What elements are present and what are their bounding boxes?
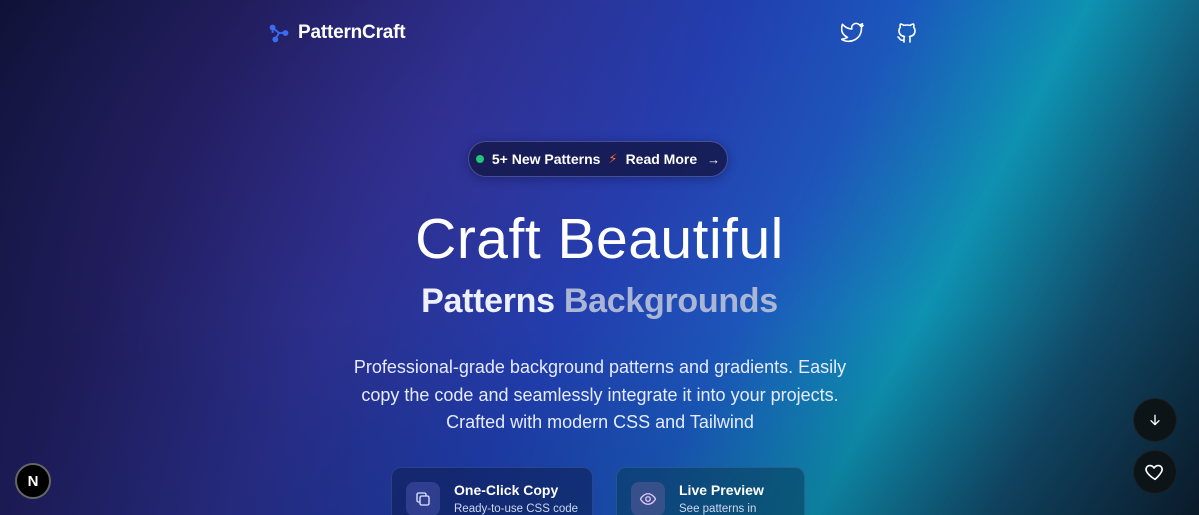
feature-title: Live Preview: [679, 482, 764, 498]
scroll-down-button[interactable]: [1133, 398, 1177, 442]
feature-subtitle: Ready-to-use CSS code: [454, 503, 579, 515]
bolt-icon: ⚡: [608, 151, 618, 166]
twitter-icon: [841, 22, 864, 43]
social-links: [841, 21, 919, 45]
feature-title: One-Click Copy: [454, 482, 559, 498]
eye-icon: [631, 482, 665, 515]
framework-badge[interactable]: N: [15, 463, 51, 499]
brand-link[interactable]: PatternCraft: [268, 22, 406, 44]
github-link[interactable]: [895, 21, 919, 45]
hero-subtitle: Patterns Backgrounds: [0, 282, 1199, 321]
feature-subtitle: See patterns in action: [679, 503, 757, 515]
brand-name: PatternCraft: [298, 22, 406, 43]
status-dot: [475, 155, 484, 163]
top-nav: PatternCraft: [268, 18, 919, 48]
github-icon: [897, 23, 916, 43]
heart-icon: [1145, 464, 1163, 481]
description-line-3: Crafted with modern CSS and Tailwind: [446, 412, 754, 432]
hero-description: Professional-grade background patterns a…: [300, 354, 900, 437]
hero-title: Craft Beautiful: [415, 207, 784, 271]
arrow-right-icon: →: [707, 151, 721, 167]
announcement-text: 5+ New Patterns: [491, 151, 601, 167]
description-line-2: copy the code and seamlessly integrate i…: [361, 384, 839, 405]
hero-subtitle-part2: Backgrounds: [563, 282, 778, 320]
favorite-button[interactable]: [1133, 450, 1177, 494]
twitter-link[interactable]: [841, 21, 865, 45]
arrow-down-icon: [1150, 414, 1160, 426]
description-line-1: Professional-grade background patterns a…: [353, 357, 847, 377]
feature-card-copy[interactable]: One-Click Copy Ready-to-use CSS code: [391, 467, 593, 515]
copy-icon: [406, 482, 440, 515]
read-more-link[interactable]: Read More: [626, 151, 698, 167]
share-nodes-icon: [268, 22, 290, 44]
announcement-pill[interactable]: 5+ New Patterns ⚡ Read More →: [468, 141, 728, 177]
hero-subtitle-part1: Patterns: [421, 282, 555, 320]
feature-card-preview[interactable]: Live Preview See patterns in action: [616, 467, 805, 515]
